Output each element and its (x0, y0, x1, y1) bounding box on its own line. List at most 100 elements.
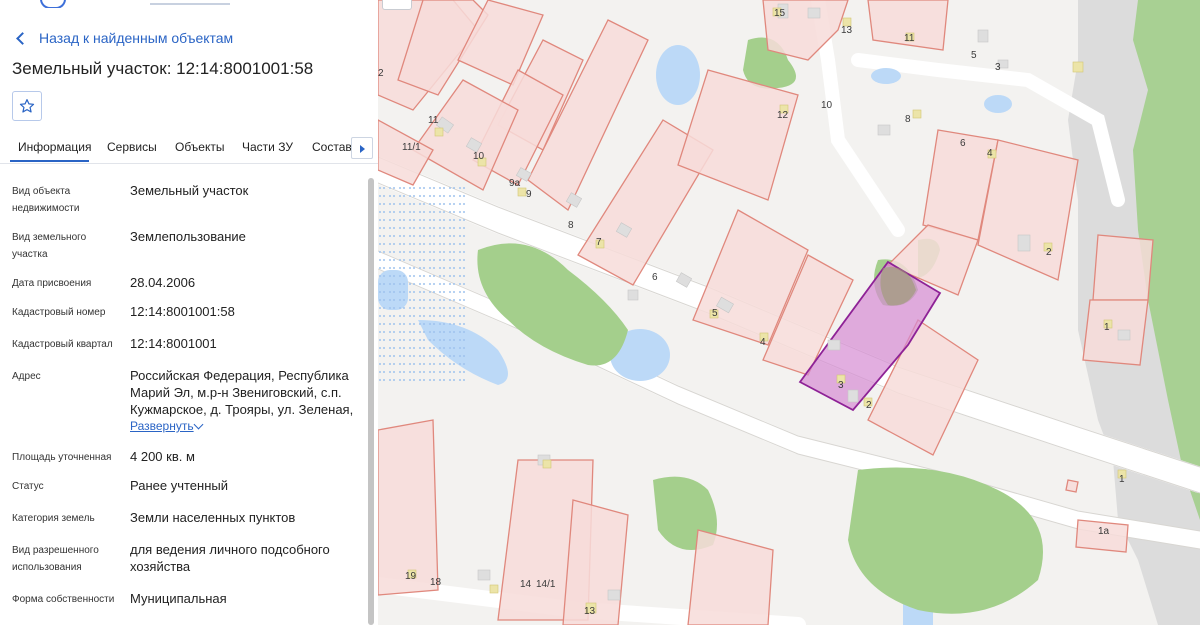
parcel-label: 11/1 (402, 142, 421, 153)
label-cadastral-number: Кадастровый номер (12, 307, 106, 318)
add-to-favorites-button[interactable] (12, 91, 42, 121)
value-area: 4 200 кв. м (130, 449, 195, 464)
panel-scrollbar[interactable] (368, 178, 374, 625)
tab-information[interactable]: Информация (18, 140, 91, 154)
label-object-type: Вид объекта недвижимости (12, 186, 80, 214)
active-tab-indicator (10, 160, 89, 162)
building (1017, 234, 1031, 252)
parcel-label: 19 (405, 571, 417, 582)
value-status: Ранее учтенный (130, 478, 228, 493)
tabs-scroll-right-button[interactable] (351, 137, 373, 159)
building (977, 29, 989, 43)
chevron-down-icon[interactable] (193, 419, 204, 430)
value-cadastral-quarter: 12:14:8001001 (130, 336, 217, 351)
parcel[interactable] (1092, 234, 1154, 301)
header-logo-fragment (0, 0, 378, 8)
tab-services[interactable]: Сервисы (107, 140, 157, 154)
parcel-label: 10 (473, 151, 485, 162)
parcel-label: 11 (904, 33, 915, 44)
expand-address-link[interactable]: Развернуть (130, 419, 194, 433)
value-assign-date: 28.04.2006 (130, 275, 196, 290)
label-cadastral-quarter: Кадастровый квартал (12, 339, 113, 350)
house (912, 109, 922, 119)
tab-composition[interactable]: Состав (312, 140, 352, 154)
label-area: Площадь уточненная (12, 452, 112, 463)
label-status: Статус (12, 481, 44, 492)
parcel-label: 4 (760, 337, 766, 348)
building (847, 389, 859, 403)
label-address: Адрес (12, 371, 41, 382)
value-land-type: Землепользование (130, 229, 246, 244)
building (607, 589, 621, 601)
value-land-category: Земли населенных пунктов (130, 510, 296, 525)
tab-parcel-parts[interactable]: Части ЗУ (242, 140, 293, 154)
value-ownership: Муниципальная (130, 591, 227, 606)
pond-small (871, 68, 901, 84)
house (434, 127, 444, 137)
value-permitted-use: для ведения личного подсобного хозяйства (130, 542, 330, 574)
page-title: Земельный участок: 12:14:8001001:58 (12, 59, 314, 78)
logo-icon (40, 0, 66, 8)
label-permitted-use: Вид разрешенного использования (12, 545, 99, 573)
parcel-label: 13 (841, 25, 853, 36)
parcel-label: 7 (596, 237, 602, 248)
tab-objects[interactable]: Объекты (175, 140, 225, 154)
value-address: Российская Федерация, Республика Марий Э… (130, 368, 354, 417)
house (1072, 61, 1084, 73)
pond-north (656, 45, 700, 105)
label-assign-date: Дата присвоения (12, 278, 92, 289)
parcel-label: 6 (960, 138, 966, 149)
cadastral-map[interactable]: 15 13 11 2 5 3 10 12 11 10 11/1 8 6 4 9а… (378, 0, 1200, 625)
value-cadastral-number: 12:14:8001001:58 (130, 304, 235, 319)
parcel-label: 10 (821, 100, 833, 111)
parcel-label: 5 (712, 308, 718, 319)
parcel-label: 5 (971, 50, 977, 61)
label-land-category: Категория земель (12, 513, 95, 524)
value-object-type: Земельный участок (130, 183, 249, 198)
back-link-label: Назад к найденным объектам (39, 30, 234, 46)
parcel-label: 4 (987, 148, 993, 159)
parcel[interactable] (1082, 299, 1149, 366)
house (542, 459, 552, 469)
building (477, 569, 491, 581)
building (1117, 329, 1131, 341)
parcel-label: 11 (428, 115, 439, 126)
parcel-label: 1 (1119, 474, 1125, 485)
parcel-label: 9а (509, 178, 521, 189)
tab-bar: Информация Сервисы Объекты Части ЗУ Сост… (0, 132, 378, 164)
marsh-area (378, 185, 468, 385)
building (807, 7, 821, 19)
parcel-label: 3 (838, 380, 844, 391)
building (627, 289, 639, 301)
scrollbar-thumb[interactable] (368, 178, 374, 625)
parcel-label: 12 (777, 110, 789, 121)
parcel-label: 13 (584, 606, 596, 617)
map-zoom-control[interactable] (382, 0, 412, 10)
map-canvas[interactable]: 15 13 11 2 5 3 10 12 11 10 11/1 8 6 4 9а… (378, 0, 1200, 625)
parcel-label: 1а (1098, 526, 1110, 537)
building (877, 124, 891, 136)
house (489, 584, 499, 594)
parcel-label: 18 (430, 577, 442, 588)
label-ownership: Форма собственности (12, 594, 115, 605)
info-panel: Назад к найденным объектам Земельный уча… (0, 0, 378, 625)
back-to-results-link[interactable]: Назад к найденным объектам (14, 28, 233, 48)
parcel-label: 3 (995, 62, 1001, 73)
label-land-type: Вид земельного участка (12, 232, 87, 260)
parcel-label: 2 (1046, 247, 1052, 258)
parcel-label: 1 (1104, 322, 1110, 333)
parcel-label: 14 (520, 579, 532, 590)
parcel-label: 2 (866, 400, 872, 411)
parcel-label: 15 (774, 8, 786, 19)
parcel-label: 6 (652, 272, 658, 283)
building (827, 339, 841, 351)
parcel[interactable] (1065, 479, 1079, 493)
parcel-label: 14/1 (536, 579, 556, 590)
parcel[interactable] (378, 419, 439, 596)
star-outline-icon (19, 99, 35, 113)
parcel-label: 9 (526, 189, 532, 200)
pond-east (984, 95, 1012, 113)
parcel-label: 8 (905, 114, 911, 125)
house (517, 187, 527, 197)
parcel-label: 2 (378, 68, 384, 79)
